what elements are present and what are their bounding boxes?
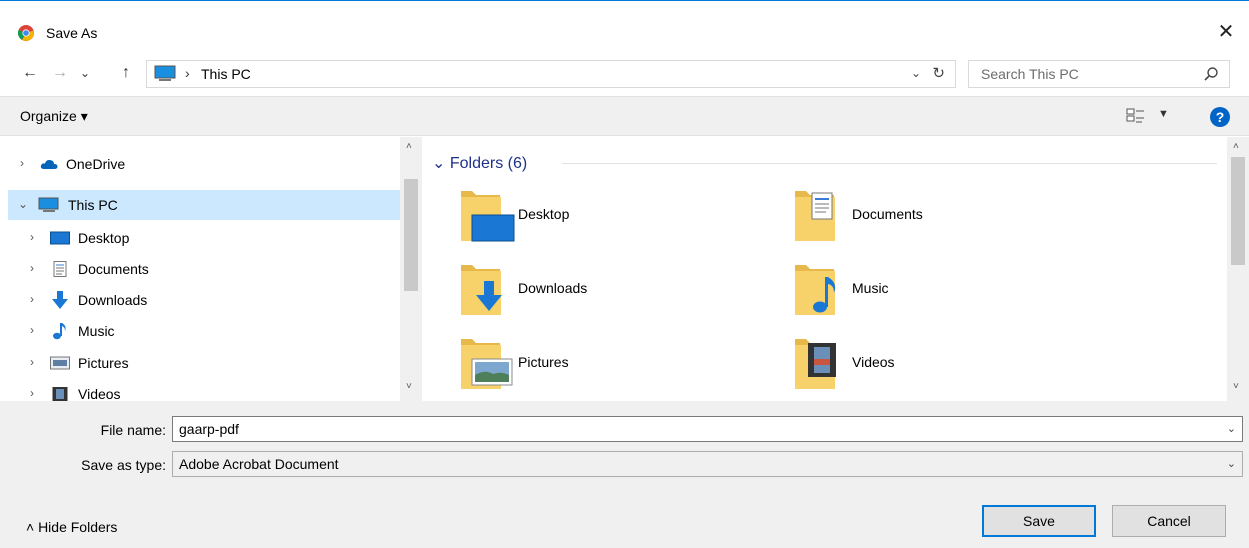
pictures-folder-icon [461,339,513,389]
folder-label: Pictures [518,354,569,370]
navigation-pane-scrollbar[interactable]: ˄ ˅ [400,137,422,401]
title-bar: Save As ✕ [0,0,1249,48]
folder-label: Downloads [518,280,588,296]
folder-view-scrollbar[interactable]: ˄ ˅ [1227,137,1249,401]
expand-chevron-icon[interactable]: › [30,355,34,369]
tree-item-label: Documents [78,261,149,277]
tree-item-onedrive[interactable]: › OneDrive [8,149,400,179]
folder-pictures[interactable]: Pictures [460,333,700,397]
folder-desktop[interactable]: Desktop [460,185,700,249]
tree-item-label: Desktop [78,230,130,246]
chrome-icon [18,25,34,41]
expand-chevron-icon[interactable]: › [20,156,24,170]
folder-view[interactable]: ⌄ Folders (6) Desktop Documents Download… [422,137,1249,401]
scroll-down-arrow-icon[interactable]: ˅ [406,381,412,392]
view-dropdown-icon[interactable]: ▼ [1158,108,1169,120]
cloud-icon [40,159,58,169]
address-bar[interactable]: › This PC ⌄ ↻ [146,60,956,88]
window-title: Save As [46,25,98,41]
pictures-icon [50,356,70,370]
expand-chevron-icon[interactable]: › [30,323,34,337]
scroll-up-arrow-icon[interactable]: ˄ [1233,141,1239,152]
chevron-down-icon[interactable]: ⌄ [1227,457,1236,470]
downloads-folder-icon [461,265,502,315]
close-button[interactable]: ✕ [1203,15,1249,49]
tree-item-videos[interactable]: › Videos [8,379,400,401]
chevron-down-icon[interactable]: ⌄ [1227,422,1236,435]
expand-chevron-icon[interactable]: › [30,261,34,275]
music-icon [53,323,66,340]
search-input[interactable]: Search This PC [968,60,1230,88]
folders-group-header[interactable]: ⌄ Folders (6) [432,153,527,173]
computer-icon [154,65,176,81]
videos-icon [52,387,68,401]
folder-videos[interactable]: Videos [794,333,1034,397]
downloads-icon [52,291,68,309]
folder-downloads[interactable]: Downloads [460,259,700,323]
up-button[interactable]: ↑ [122,64,130,82]
search-placeholder: Search This PC [981,66,1079,82]
tree-item-label: Music [78,323,115,339]
documents-icon [53,261,67,277]
command-bar: Organize ▾ ▼ ? [0,96,1249,136]
hide-folders-button[interactable]: ˄ Hide Folders [26,519,117,535]
folder-music[interactable]: Music [794,259,1034,323]
address-dropdown-icon[interactable]: ⌄ [911,66,921,80]
back-button[interactable]: ← [22,64,38,82]
tree-item-desktop[interactable]: › Desktop [8,223,400,253]
recent-locations-button[interactable]: ⌄ [80,66,90,80]
refresh-icon[interactable]: ↻ [932,64,945,82]
collapse-chevron-icon[interactable]: ⌄ [18,197,28,211]
save-options-panel: File name: gaarp-pdf ⌄ Save as type: Ado… [0,401,1249,548]
file-name-label: File name: [100,422,166,438]
music-folder-icon [795,265,836,315]
search-icon[interactable] [1203,66,1219,82]
file-name-value: gaarp-pdf [179,421,239,437]
forward-button[interactable]: → [52,64,68,82]
breadcrumb-separator: › [185,65,190,81]
videos-folder-icon [795,339,836,389]
tree-item-this-pc[interactable]: ⌄ This PC [8,190,400,220]
folder-label: Desktop [518,206,570,222]
folder-label: Music [852,280,889,296]
change-view-icon[interactable] [1126,108,1146,126]
tree-item-pictures[interactable]: › Pictures [8,348,400,378]
scrollbar-thumb[interactable] [1231,157,1245,265]
folder-label: Documents [852,206,923,222]
computer-icon [38,197,59,212]
tree-item-label: OneDrive [66,156,126,172]
help-icon[interactable]: ? [1210,107,1230,127]
breadcrumb-this-pc[interactable]: This PC [201,66,251,82]
tree-item-label: Downloads [78,292,148,308]
navigation-bar: ← → ⌄ ↑ › This PC ⌄ ↻ Search This PC [0,56,1249,92]
organize-menu-button[interactable]: Organize ▾ [20,108,88,125]
desktop-folder-icon [461,191,515,242]
tree-item-label: Videos [78,386,121,401]
cancel-button[interactable]: Cancel [1112,505,1226,537]
folder-documents[interactable]: Documents [794,185,1034,249]
save-button[interactable]: Save [982,505,1096,537]
save-as-type-select[interactable]: Adobe Acrobat Document ⌄ [172,451,1243,477]
tree-item-documents[interactable]: › Documents [8,254,400,284]
tree-item-downloads[interactable]: › Downloads [8,285,400,315]
scrollbar-thumb[interactable] [404,179,418,291]
expand-chevron-icon[interactable]: › [30,386,34,400]
scroll-up-arrow-icon[interactable]: ˄ [406,141,412,152]
save-as-type-value: Adobe Acrobat Document [179,456,339,472]
folder-label: Videos [852,354,895,370]
tree-item-music[interactable]: › Music [8,316,400,346]
file-name-input[interactable]: gaarp-pdf ⌄ [172,416,1243,442]
desktop-icon [50,231,70,245]
expand-chevron-icon[interactable]: › [30,230,34,244]
expand-chevron-icon[interactable]: › [30,292,34,306]
tree-item-label: This PC [68,197,118,213]
navigation-pane[interactable]: › OneDrive ⌄ This PC › Desktop › Documen… [8,137,422,401]
group-divider [562,163,1217,164]
documents-folder-icon [795,191,835,241]
scroll-down-arrow-icon[interactable]: ˅ [1233,381,1239,392]
tree-item-label: Pictures [78,355,129,371]
save-as-type-label: Save as type: [81,457,166,473]
